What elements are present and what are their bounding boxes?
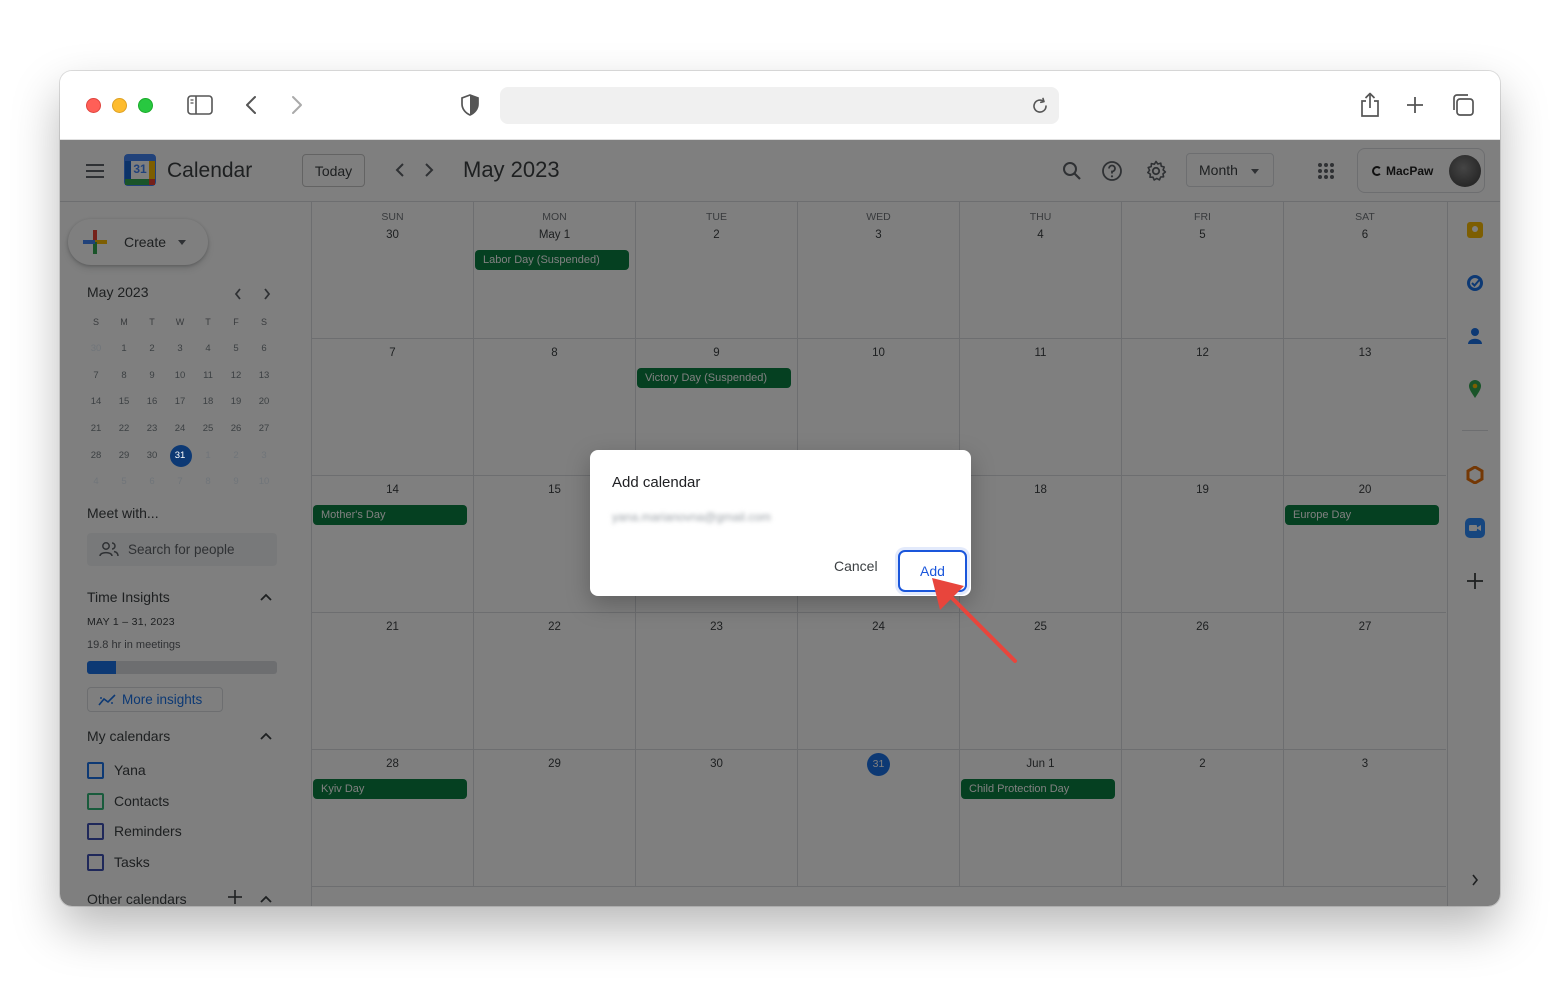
zoom-window-button[interactable] (138, 98, 153, 113)
cancel-button[interactable]: Cancel (834, 558, 878, 574)
mini-day-number: 20 (258, 396, 270, 408)
add-button[interactable]: Add (898, 550, 967, 592)
mini-day-number: 6 (149, 476, 155, 488)
mini-day-number: 9 (233, 476, 239, 488)
mini-day-number: 18 (202, 396, 214, 408)
mini-day-number: 23 (146, 423, 158, 435)
mini-day-number: 7 (93, 369, 99, 381)
mini-day-number: 10 (174, 369, 186, 381)
mini-day-number: 2 (233, 449, 239, 461)
mini-day-number: 25 (202, 423, 214, 435)
mini-day-number: 13 (258, 369, 270, 381)
mini-day-number: 11 (203, 369, 213, 381)
mini-day-number: 7 (177, 476, 183, 488)
mini-day-number: 4 (93, 476, 99, 488)
sidebar-toggle-icon[interactable] (186, 94, 214, 116)
browser-toolbar (60, 71, 1500, 140)
dialog-title: Add calendar (612, 474, 701, 491)
mini-day-number: 6 (261, 343, 267, 355)
reload-icon[interactable] (1030, 96, 1050, 116)
back-icon[interactable] (240, 93, 262, 117)
mini-day-number: 30 (146, 449, 158, 461)
browser-window: 31 Calendar Today May 2023 Month (60, 71, 1500, 906)
mini-day-number: 12 (230, 369, 242, 381)
mini-day-number: 10 (258, 476, 270, 488)
minimize-window-button[interactable] (112, 98, 127, 113)
mini-day-number: 15 (118, 396, 130, 408)
mini-day-number: 8 (121, 369, 127, 381)
mini-day-number: 30 (90, 343, 102, 355)
mini-day-number: 9 (149, 369, 155, 381)
mini-day-number: 27 (258, 423, 270, 435)
mini-day-number: 2 (149, 343, 155, 355)
mini-day-number: 24 (174, 423, 186, 435)
tab-overview-icon[interactable] (1450, 92, 1476, 118)
dialog-email: yana.marianovna@gmail.com (612, 510, 771, 524)
mini-day-number: 31 (174, 449, 186, 461)
mini-day-number: 3 (261, 449, 267, 461)
share-icon[interactable] (1358, 91, 1382, 119)
mini-day-number: 28 (90, 449, 102, 461)
mini-day-number: 17 (174, 396, 186, 408)
close-window-button[interactable] (86, 98, 101, 113)
mini-day-number: 19 (230, 396, 242, 408)
new-tab-icon[interactable] (1403, 93, 1427, 117)
address-bar[interactable] (500, 87, 1059, 124)
mini-day-number: 22 (118, 423, 130, 435)
forward-icon[interactable] (286, 93, 308, 117)
mini-day-number: 21 (90, 423, 102, 435)
mini-day-number: 1 (121, 343, 127, 355)
mini-day-number: 8 (205, 476, 211, 488)
mini-day-number: 26 (230, 423, 242, 435)
mini-day-number: 29 (118, 449, 130, 461)
mini-day-number: 1 (205, 449, 211, 461)
mini-day-number: 4 (205, 343, 211, 355)
mini-day-number: 16 (146, 396, 158, 408)
mini-day-number: 14 (90, 396, 102, 408)
mini-day-number: 5 (233, 343, 239, 355)
privacy-shield-icon[interactable] (459, 93, 481, 117)
mini-day-number: 5 (121, 476, 127, 488)
mini-day-number: 3 (177, 343, 183, 355)
add-calendar-dialog: Add calendar yana.marianovna@gmail.com C… (590, 450, 971, 596)
